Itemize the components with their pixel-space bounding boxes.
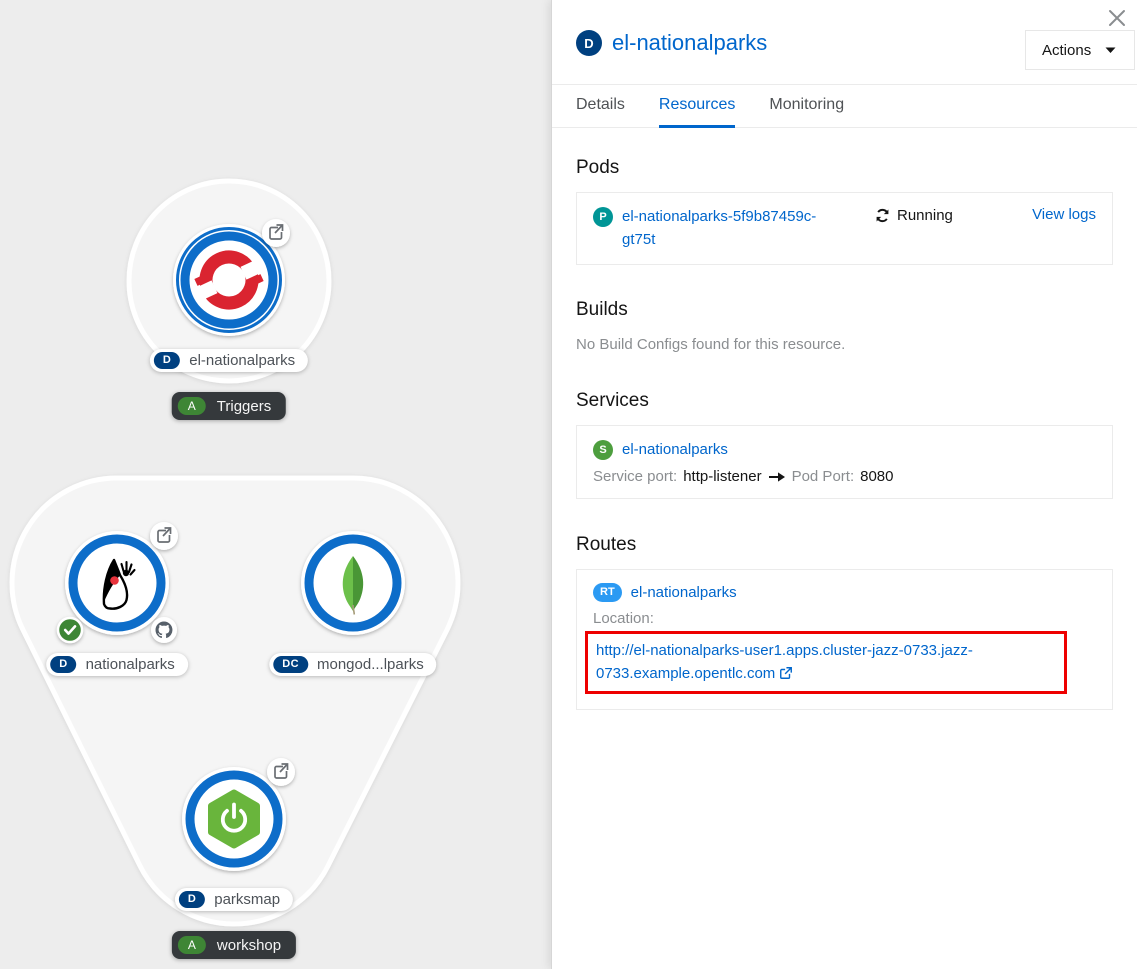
- tab-monitoring[interactable]: Monitoring: [769, 85, 844, 128]
- panel-header: D el-nationalparks Actions: [552, 0, 1137, 84]
- spring-boot-icon: [212, 793, 257, 845]
- routes-list: RT el-nationalparks Location: http://el-…: [576, 569, 1113, 710]
- builds-empty-message: No Build Configs found for this resource…: [576, 336, 1113, 353]
- node-label-text: mongod...lparks: [317, 656, 424, 673]
- service-port-name: http-listener: [683, 468, 761, 485]
- github-decorator[interactable]: [151, 617, 177, 643]
- builds-heading: Builds: [576, 299, 1113, 321]
- node-label-text: el-nationalparks: [189, 352, 295, 369]
- route-url-annotation-box: http://el-nationalparks-user1.apps.clust…: [585, 631, 1067, 694]
- pod-badge: P: [593, 207, 613, 227]
- deployment-badge: D: [50, 656, 76, 673]
- node-label-nationalparks[interactable]: D nationalparks: [46, 653, 188, 676]
- pods-list: P el-nationalparks-5f9b87459c-gt75t: [576, 192, 1113, 265]
- route-location-label: Location:: [593, 610, 1096, 627]
- app-label-triggers[interactable]: A Triggers: [172, 392, 286, 420]
- deployment-badge: D: [179, 891, 205, 908]
- arrow-right-icon: [768, 471, 786, 483]
- service-port-label: Service port:: [593, 468, 677, 485]
- external-link-decorator[interactable]: [262, 219, 290, 247]
- check-circle-decorator: [58, 618, 82, 642]
- app-label-text: Triggers: [217, 398, 271, 415]
- node-label-el-nationalparks[interactable]: D el-nationalparks: [150, 349, 308, 372]
- panel-tabs: Details Resources Monitoring: [552, 84, 1137, 128]
- pods-heading: Pods: [576, 157, 1113, 179]
- application-badge: A: [178, 936, 206, 954]
- deployment-config-badge: DC: [273, 656, 308, 673]
- service-ports: Service port: http-listener Pod Port: 80…: [593, 468, 1096, 485]
- actions-label: Actions: [1042, 42, 1091, 59]
- panel-content: Pods P el-nationalparks-5f9b87459c-gt75t: [552, 157, 1137, 710]
- node-mongodb[interactable]: [301, 531, 405, 635]
- topology-graph: [0, 0, 551, 969]
- node-nationalparks[interactable]: [65, 531, 169, 635]
- pod-row: P el-nationalparks-5f9b87459c-gt75t: [593, 206, 1096, 251]
- pod-name-link[interactable]: el-nationalparks-5f9b87459c-gt75t: [622, 206, 837, 251]
- node-label-text: nationalparks: [86, 656, 175, 673]
- route-name-link[interactable]: el-nationalparks: [631, 584, 737, 601]
- node-label-mongodb[interactable]: DC mongod...lparks: [269, 653, 436, 676]
- tab-details[interactable]: Details: [576, 85, 625, 128]
- node-label-parksmap[interactable]: D parksmap: [175, 888, 293, 911]
- route-badge: RT: [593, 583, 622, 602]
- app-label-workshop[interactable]: A workshop: [172, 931, 296, 959]
- node-parksmap[interactable]: [182, 767, 286, 871]
- service-name-link[interactable]: el-nationalparks: [622, 441, 728, 458]
- external-link-decorator[interactable]: [267, 758, 295, 786]
- external-link-decorator[interactable]: [150, 522, 178, 550]
- application-badge: A: [178, 397, 206, 415]
- app-label-text: workshop: [217, 937, 281, 954]
- openshift-topology-view: D el-nationalparks A Triggers D national…: [0, 0, 1137, 969]
- pod-status-text: Running: [897, 207, 953, 224]
- tab-resources[interactable]: Resources: [659, 85, 735, 128]
- deployment-badge: D: [576, 30, 602, 56]
- service-badge: S: [593, 440, 613, 460]
- pod-port-value: 8080: [860, 468, 893, 485]
- resource-side-panel: D el-nationalparks Actions Details Resou…: [551, 0, 1137, 969]
- route-url-link[interactable]: http://el-nationalparks-user1.apps.clust…: [596, 642, 973, 682]
- services-list: S el-nationalparks Service port: http-li…: [576, 425, 1113, 499]
- caret-down-icon: [1105, 47, 1116, 54]
- deployment-badge: D: [154, 352, 180, 369]
- pod-status: Running: [875, 207, 1032, 224]
- node-label-text: parksmap: [214, 891, 280, 908]
- sync-running-icon: [875, 208, 890, 223]
- routes-heading: Routes: [576, 534, 1113, 556]
- actions-dropdown[interactable]: Actions: [1025, 30, 1135, 70]
- pod-port-label: Pod Port:: [792, 468, 855, 485]
- external-link-icon: [779, 666, 793, 680]
- panel-title-link[interactable]: el-nationalparks: [612, 30, 767, 56]
- view-logs-link[interactable]: View logs: [1032, 206, 1096, 223]
- services-heading: Services: [576, 390, 1113, 412]
